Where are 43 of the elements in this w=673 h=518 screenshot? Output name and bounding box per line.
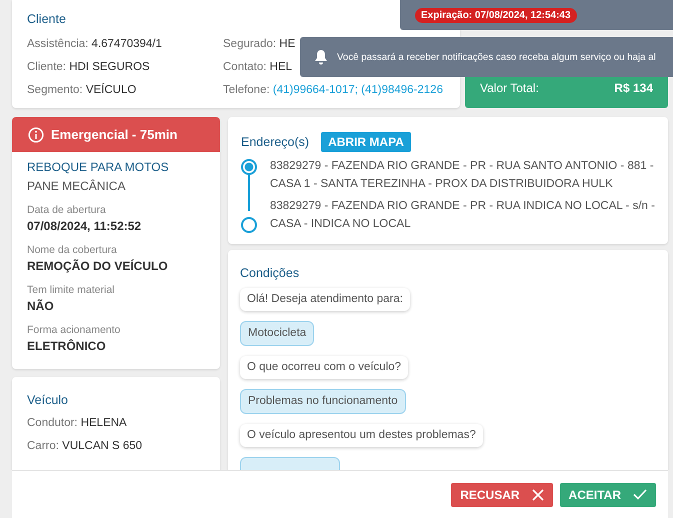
waypoint-marker[interactable] — [241, 217, 257, 233]
answer-bubble: Motocicleta — [240, 321, 314, 346]
question-bubble: O que ocorreu com o veículo? — [240, 356, 408, 379]
info-text: Segurado: HE — [223, 37, 296, 52]
open-map-button[interactable]: ABRIR MAPA — [321, 132, 411, 152]
total-value: R$ 134 — [614, 81, 653, 95]
accept-button[interactable]: ACEITAR — [560, 482, 656, 506]
info-text: Cliente: HDI SEGUROS — [27, 60, 150, 75]
total-label: Valor Total: — [480, 81, 539, 95]
field-label: Forma acionamento — [27, 324, 122, 336]
field-label: Telefone: — [223, 84, 270, 96]
field-label: Nome da cobertura — [27, 244, 118, 256]
section-title: Veículo — [27, 393, 70, 407]
service-subtitle: PANE MECÂNICA — [27, 179, 126, 193]
bell-icon — [314, 49, 328, 65]
info-text: Assistência: 4.67470394/1 — [27, 37, 162, 52]
field-label: Tem limite material — [27, 284, 116, 296]
service-title: REBOQUE PARA MOTOS — [27, 160, 170, 174]
field-value: NÃO — [27, 299, 55, 313]
info-text: Condutor: HELENA — [27, 416, 127, 431]
info-text: Contato: HEL — [223, 60, 292, 75]
banner-text: Emergencial - 75min — [51, 127, 178, 142]
phone-link[interactable]: (41)99664-1017; (41)98496-2126 — [272, 84, 443, 96]
section-title: Endereço(s) — [241, 135, 310, 149]
info-text: Carro: VULCAN S 650 — [27, 439, 142, 454]
address-text: 83829279 - FAZENDA RIO GRANDE - PR - RUA SANTO ANTONIO - 881 - CASA 1 - SANTA TEREZINHA - PROX DA DISTRIBUIDORA HULK — [270, 159, 655, 192]
question-bubble: O veículo apresentou um destes problemas? — [240, 424, 483, 447]
expiry-badge: Expiração: 07/08/2024, 12:54:43 — [415, 8, 577, 22]
field-label: Data de abertura — [27, 204, 107, 216]
address-text: 83829279 - FAZENDA RIO GRANDE - PR - RUA INDICA NO LOCAL - s/n - CASA - INDICA NO LOCAL — [270, 199, 655, 232]
check-icon — [633, 489, 647, 500]
field-value: ELETRÔNICO — [27, 339, 107, 353]
info-text: Segmento: VEÍCULO — [27, 82, 136, 98]
field-value: 07/08/2024, 11:52:52 — [27, 219, 142, 233]
toast-text: Você passará a receber notificações caso receba algum serviço ou haja al — [337, 52, 656, 62]
close-icon — [532, 488, 544, 500]
answer-bubble: Problemas no funcionamento — [240, 389, 406, 414]
info-icon — [28, 126, 44, 142]
waypoint-marker[interactable] — [241, 159, 257, 175]
question-bubble: Olá! Deseja atendimento para: — [240, 288, 410, 311]
field-value: REMOÇÃO DO VEÍCULO — [27, 259, 169, 273]
refuse-button[interactable]: RECUSAR — [451, 482, 553, 506]
section-title: Condições — [240, 266, 300, 280]
